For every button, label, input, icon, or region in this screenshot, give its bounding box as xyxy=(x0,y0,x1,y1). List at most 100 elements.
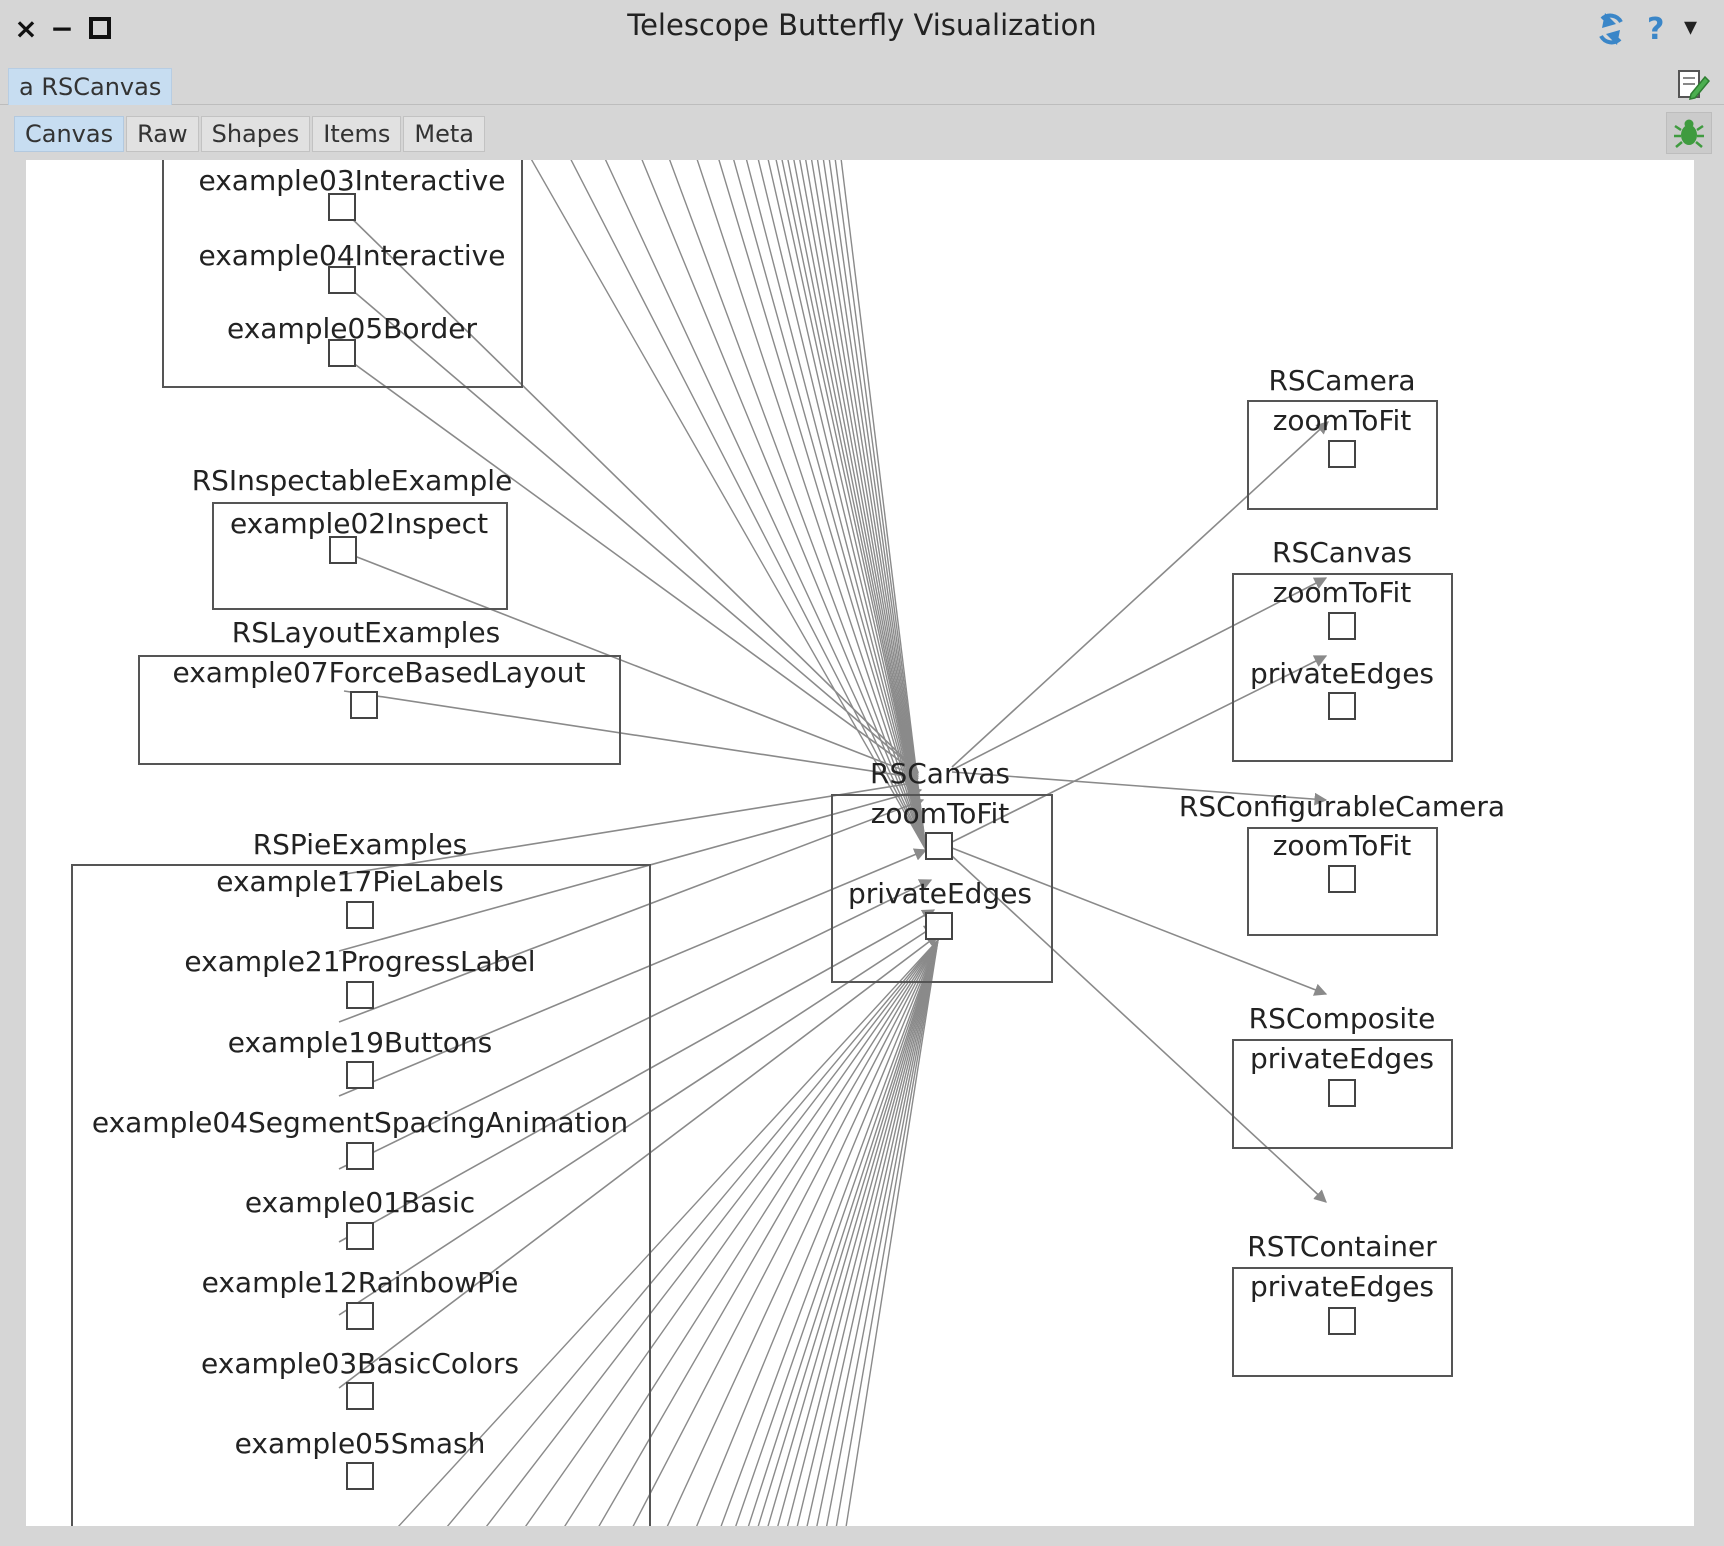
refresh-icon xyxy=(1599,13,1623,45)
class-title: RSPieExamples xyxy=(253,828,468,861)
method-node-zoomtofit[interactable] xyxy=(925,832,953,860)
edge xyxy=(767,160,927,851)
method-label: zoomToFit xyxy=(1273,576,1412,609)
class-title: RSConfigurableCamera xyxy=(1179,790,1505,823)
method-node[interactable] xyxy=(346,901,374,929)
edge xyxy=(822,160,927,851)
edge xyxy=(747,939,939,1526)
edit-icon[interactable] xyxy=(1676,68,1711,102)
maximize-button[interactable] xyxy=(82,10,118,46)
method-node[interactable] xyxy=(1328,612,1356,640)
class-title: RSComposite xyxy=(1249,1002,1436,1035)
class-box-rscomposite[interactable]: RSComposite privateEdges xyxy=(1232,1002,1453,1149)
method-node[interactable] xyxy=(328,266,356,294)
method-node[interactable] xyxy=(346,1061,374,1089)
method-label: example02Inspect xyxy=(230,507,488,540)
edge xyxy=(757,939,939,1526)
method-label: example21ProgressLabel xyxy=(184,945,535,978)
edge xyxy=(745,160,927,851)
method-label: privateEdges xyxy=(1250,1270,1434,1303)
edge xyxy=(718,160,927,851)
edge xyxy=(810,160,927,851)
caller-edges xyxy=(397,160,939,1526)
maximize-icon xyxy=(89,17,111,39)
roassal-canvas[interactable]: example03Interactive example04Interactiv… xyxy=(26,160,1694,1526)
method-label: example03Interactive xyxy=(199,164,506,197)
method-label: privateEdges xyxy=(1250,657,1434,690)
method-node[interactable] xyxy=(1328,1079,1356,1107)
method-label: example12RainbowPie xyxy=(202,1266,519,1299)
class-title: RSCanvas xyxy=(870,757,1010,790)
class-box-rscamera[interactable]: RSCamera zoomToFit xyxy=(1247,364,1438,510)
class-title: RSTContainer xyxy=(1247,1230,1437,1263)
edge xyxy=(338,934,940,1389)
method-label: zoomToFit xyxy=(1273,829,1412,862)
class-box-partial[interactable]: example03Interactive example04Interactiv… xyxy=(162,160,523,388)
title-bar: × − Telescope Butterfly Visualization ? … xyxy=(0,0,1724,58)
method-node[interactable] xyxy=(1328,1307,1356,1335)
method-node[interactable] xyxy=(1328,440,1356,468)
method-label: example07ForceBasedLayout xyxy=(172,656,585,689)
tab-shapes[interactable]: Shapes xyxy=(200,116,311,152)
method-node[interactable] xyxy=(1328,692,1356,720)
edge xyxy=(485,939,939,1526)
window-title: Telescope Butterfly Visualization xyxy=(627,8,1097,42)
edge xyxy=(598,939,939,1526)
method-node[interactable] xyxy=(1328,865,1356,893)
close-button[interactable]: × xyxy=(8,10,44,46)
tab-items[interactable]: Items xyxy=(312,116,402,152)
minimize-button[interactable]: − xyxy=(44,10,80,46)
method-node[interactable] xyxy=(346,981,374,1009)
view-tab-strip: Canvas Raw Shapes Items Meta xyxy=(14,116,487,152)
edge xyxy=(641,160,927,851)
edge xyxy=(524,939,939,1526)
inspect-bug-button[interactable] xyxy=(1666,112,1712,154)
edge xyxy=(632,939,939,1526)
method-label: example19Buttons xyxy=(228,1026,493,1059)
class-title: RSCamera xyxy=(1268,364,1415,397)
class-box-rsconfigurablecamera[interactable]: RSConfigurableCamera zoomToFit xyxy=(1179,790,1505,936)
edge xyxy=(775,160,927,851)
class-title: RSInspectableExample xyxy=(192,464,513,497)
edge xyxy=(666,939,939,1526)
refresh-button[interactable] xyxy=(1594,10,1628,56)
help-button[interactable]: ? xyxy=(1647,12,1664,47)
menu-dropdown-button[interactable]: ▾ xyxy=(1684,12,1697,42)
butterfly-graph[interactable]: example03Interactive example04Interactiv… xyxy=(26,160,1694,1526)
method-node[interactable] xyxy=(346,1142,374,1170)
edge xyxy=(786,939,939,1526)
method-label: zoomToFit xyxy=(1273,404,1412,437)
method-node[interactable] xyxy=(328,339,356,367)
class-box-rstcontainer[interactable]: RSTContainer privateEdges xyxy=(1232,1230,1453,1377)
edge xyxy=(787,160,927,851)
edge xyxy=(777,939,939,1526)
method-label: privateEdges xyxy=(1250,1042,1434,1075)
edge xyxy=(799,160,927,851)
method-node[interactable] xyxy=(346,1222,374,1250)
tab-raw[interactable]: Raw xyxy=(126,116,199,152)
class-box-rspieexamples[interactable]: RSPieExamples example17PieLabels example… xyxy=(71,828,651,1526)
method-node[interactable] xyxy=(328,193,356,221)
method-label: example03BasicColors xyxy=(201,1347,519,1380)
class-box-rscanvas-right[interactable]: RSCanvas zoomToFit privateEdges xyxy=(1232,536,1453,762)
method-label: example04SegmentSpacingAnimation xyxy=(92,1106,628,1139)
tab-canvas[interactable]: Canvas xyxy=(14,116,125,152)
class-box-rsinspectableexample[interactable]: RSInspectableExample example02Inspect xyxy=(192,464,513,610)
method-node-privateedges[interactable] xyxy=(925,912,953,940)
edge xyxy=(951,847,1328,996)
tab-meta[interactable]: Meta xyxy=(403,116,485,152)
class-box-rslayoutexamples[interactable]: RSLayoutExamples example07ForceBasedLayo… xyxy=(138,616,621,765)
method-label: example01Basic xyxy=(245,1186,475,1219)
edge xyxy=(816,160,927,851)
method-node[interactable] xyxy=(346,1382,374,1410)
edge xyxy=(564,939,939,1526)
method-node[interactable] xyxy=(346,1302,374,1330)
method-label: privateEdges xyxy=(848,877,1032,910)
method-label: zoomToFit xyxy=(871,797,1010,830)
method-label: example17PieLabels xyxy=(216,865,504,898)
presenter-tab[interactable]: a RSCanvas xyxy=(8,68,173,105)
edge xyxy=(835,939,939,1526)
method-node[interactable] xyxy=(346,1462,374,1490)
method-node[interactable] xyxy=(350,691,378,719)
method-node[interactable] xyxy=(329,536,357,564)
